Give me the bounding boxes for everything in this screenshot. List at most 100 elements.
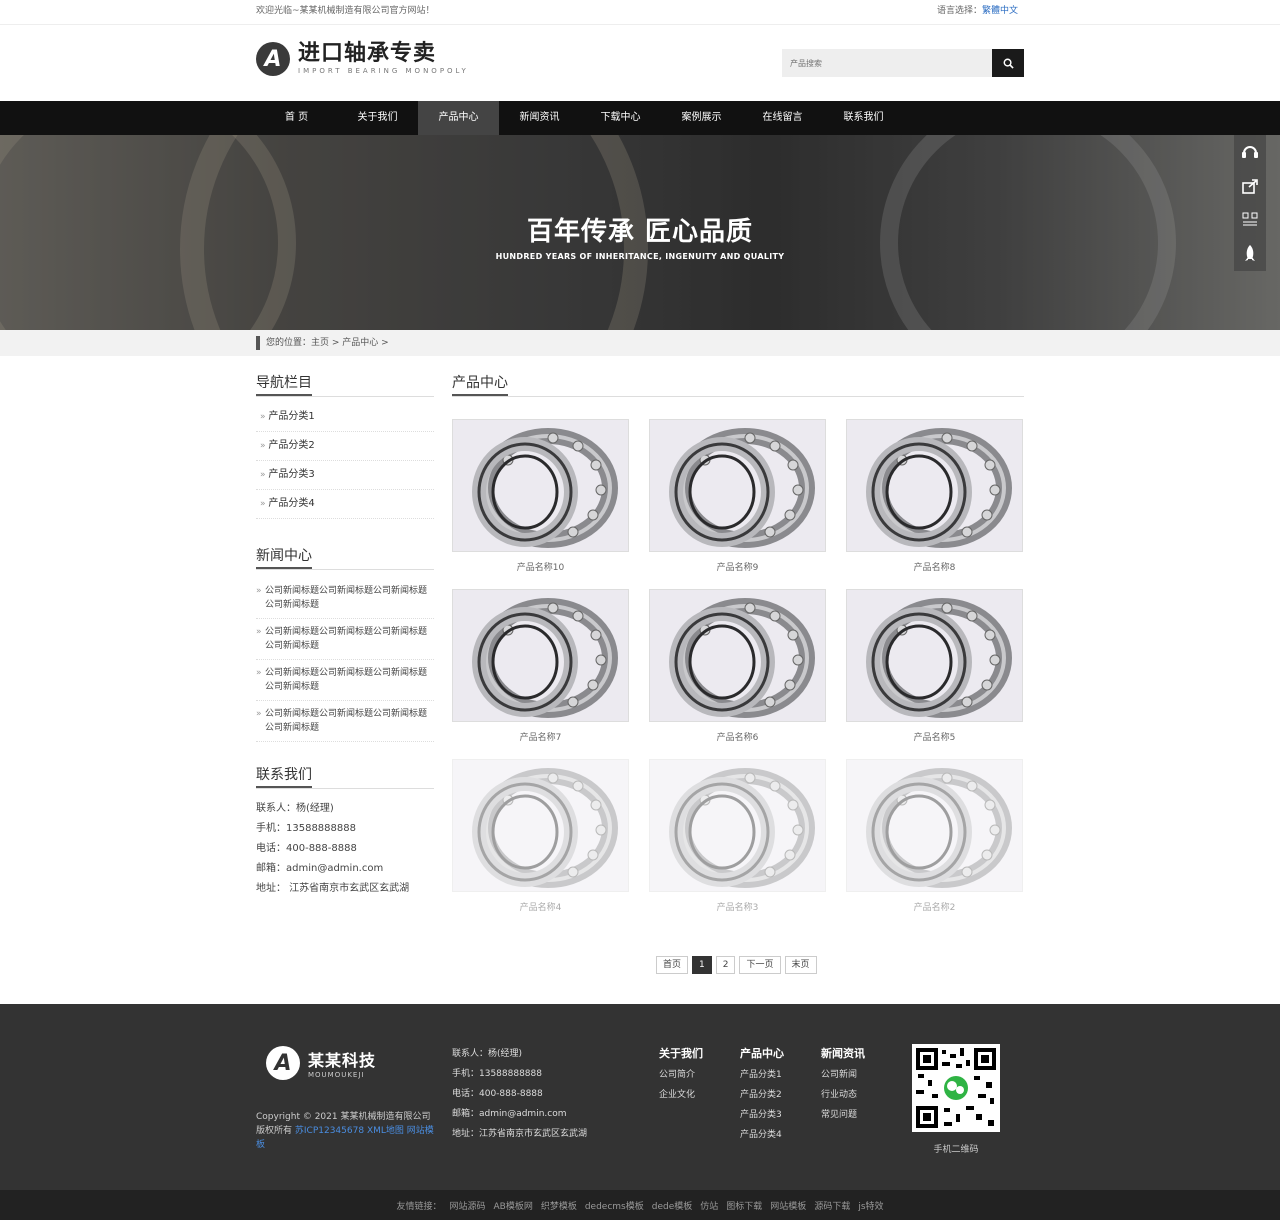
icp-link[interactable]: 苏ICP12345678 [295,1126,364,1136]
nav-message[interactable]: 在线留言 [742,101,823,135]
product-card[interactable]: 产品名称9 [649,419,826,576]
product-card[interactable]: 产品名称3 [649,759,826,916]
sidebar: 导航栏目 产品分类1 产品分类2 产品分类3 产品分类4 新闻中心 公司新闻标题… [256,372,434,899]
lang-traditional-link[interactable]: 繁體 [982,6,1000,16]
product-image[interactable] [846,419,1023,552]
product-grid: 产品名称10 产品名称9 产品名称8 产品名称7 产品名称6 产品名称5 产品名称4 产品名称… [452,419,1024,916]
main-nav: 首 页 关于我们 产品中心 新闻资讯 下载中心 案例展示 在线留言 联系我们 [0,101,1280,135]
product-name[interactable]: 产品名称5 [846,730,1023,746]
page-first[interactable]: 首页 [656,956,689,974]
sidebar-contact-title: 联系我们 [256,764,434,789]
product-image[interactable] [649,419,826,552]
product-name[interactable]: 产品名称2 [846,900,1023,916]
product-image[interactable] [846,759,1023,892]
product-card[interactable]: 产品名称5 [846,589,1023,746]
qrcode-icon [912,1044,1000,1132]
product-name[interactable]: 产品名称4 [452,900,629,916]
friend-link[interactable]: 仿站 [700,1202,718,1212]
site-logo[interactable]: A 进口轴承专卖 IMPORT BEARING MONOPOLY [256,42,469,76]
friend-link[interactable]: 图标下载 [726,1202,762,1212]
rocket-icon[interactable] [1234,237,1266,271]
product-card[interactable]: 产品名称6 [649,589,826,746]
nav-products[interactable]: 产品中心 [418,101,499,135]
friend-link[interactable]: 源码下载 [814,1202,850,1212]
category-list: 产品分类1 产品分类2 产品分类3 产品分类4 [256,403,434,519]
product-name[interactable]: 产品名称6 [649,730,826,746]
friend-link[interactable]: 织梦模板 [541,1202,577,1212]
friend-link[interactable]: 网站源码 [449,1202,485,1212]
product-image[interactable] [649,589,826,722]
category-item[interactable]: 产品分类1 [256,403,434,432]
banner-subtitle: HUNDRED YEARS OF INHERITANCE, INGENUITY … [495,252,785,261]
search-input[interactable] [782,49,992,77]
welcome-text: 欢迎光临~某某机械制造有限公司官方网站！ [256,6,435,16]
product-card[interactable]: 产品名称2 [846,759,1023,916]
product-name[interactable]: 产品名称3 [649,900,826,916]
product-name[interactable]: 产品名称7 [452,730,629,746]
sidebar-contact: 联系人：杨(经理) 手机：13588888888 电话：400-888-8888… [256,799,434,899]
language-switcher: 语言选择：繁體中文 [936,6,1018,16]
product-card[interactable]: 产品名称10 [452,419,629,576]
product-image[interactable] [452,419,629,552]
contact-person: 联系人：杨(经理) [256,803,334,814]
search-button[interactable] [992,49,1024,77]
site-footer: A 某某科技 MOUMOUKEJI Copyright © 2021 某某机械制… [0,1004,1280,1190]
product-card[interactable]: 产品名称8 [846,419,1023,576]
qrcode-label: 手机二维码 [933,1145,979,1155]
news-item[interactable]: 公司新闻标题公司新闻标题公司新闻标题公司新闻标题 [256,660,434,701]
qrcode-icon[interactable] [1234,203,1266,237]
product-card[interactable]: 产品名称4 [452,759,629,916]
friend-link[interactable]: AB模板网 [493,1202,532,1212]
breadcrumb-text[interactable]: 您的位置：主页 > 产品中心 > [266,338,389,348]
nav-about[interactable]: 关于我们 [337,101,418,135]
category-item[interactable]: 产品分类4 [256,490,434,519]
headset-icon[interactable] [1234,135,1266,169]
logo-subtitle: IMPORT BEARING MONOPOLY [298,67,469,75]
news-item[interactable]: 公司新闻标题公司新闻标题公司新闻标题公司新闻标题 [256,701,434,742]
page-last[interactable]: 末页 [784,956,817,974]
product-image[interactable] [452,589,629,722]
top-bar: 欢迎光临~某某机械制造有限公司官方网站！ 语言选择：繁體中文 [0,0,1280,25]
nav-cases[interactable]: 案例展示 [661,101,742,135]
nav-download[interactable]: 下载中心 [580,101,661,135]
page-number[interactable]: 2 [715,956,736,974]
friend-link[interactable]: dede模板 [652,1202,693,1212]
xml-map-link[interactable]: XML地图 [367,1126,404,1136]
product-section: 产品中心 产品名称10 产品名称9 产品名称8 产品名称7 产品名称6 产品名称5 产品名称… [452,372,1024,916]
friend-links-label: 友情链接： [396,1202,442,1212]
news-item[interactable]: 公司新闻标题公司新闻标题公司新闻标题公司新闻标题 [256,619,434,660]
floating-toolbar [1234,135,1266,271]
footer-logo[interactable]: A 某某科技 MOUMOUKEJI [266,1046,376,1080]
category-item[interactable]: 产品分类3 [256,461,434,490]
nav-news[interactable]: 新闻资讯 [499,101,580,135]
pagination: 首页 1 2 下一页 末页 [656,956,817,974]
page-number[interactable]: 1 [692,956,712,974]
logo-mark-icon: A [266,1046,300,1080]
news-item[interactable]: 公司新闻标题公司新闻标题公司新闻标题公司新闻标题 [256,578,434,619]
friend-link[interactable]: 网站模板 [770,1202,806,1212]
sidebar-news-title: 新闻中心 [256,545,434,570]
product-image[interactable] [452,759,629,892]
friend-links: 友情链接： 网站源码 AB模板网 织梦模板 dedecms模板 dede模板 仿站 图标下载网… [0,1190,1280,1220]
product-name[interactable]: 产品名称8 [846,560,1023,576]
product-card[interactable]: 产品名称7 [452,589,629,746]
product-name[interactable]: 产品名称9 [649,560,826,576]
product-name[interactable]: 产品名称10 [452,560,629,576]
lang-chinese-link[interactable]: 中文 [1000,6,1018,16]
footer-col-news: 新闻资讯 公司新闻 行业动态 常见问题 [821,1047,865,1120]
nav-contact[interactable]: 联系我们 [823,101,904,135]
footer-col-about: 关于我们 公司简介 企业文化 [659,1047,703,1100]
footer-col-products: 产品中心 产品分类1 产品分类2 产品分类3 产品分类4 [740,1047,784,1140]
share-icon[interactable] [1234,169,1266,203]
product-image[interactable] [649,759,826,892]
site-header: A 进口轴承专卖 IMPORT BEARING MONOPOLY [0,25,1280,101]
nav-home[interactable]: 首 页 [256,101,337,135]
search-icon [1003,58,1014,69]
friend-link[interactable]: js特效 [858,1202,883,1212]
page-next[interactable]: 下一页 [739,956,781,974]
logo-title: 进口轴承专卖 [298,41,437,66]
footer-qrcode: 手机二维码 [912,1044,1000,1155]
category-item[interactable]: 产品分类2 [256,432,434,461]
friend-link[interactable]: dedecms模板 [585,1202,644,1212]
product-image[interactable] [846,589,1023,722]
